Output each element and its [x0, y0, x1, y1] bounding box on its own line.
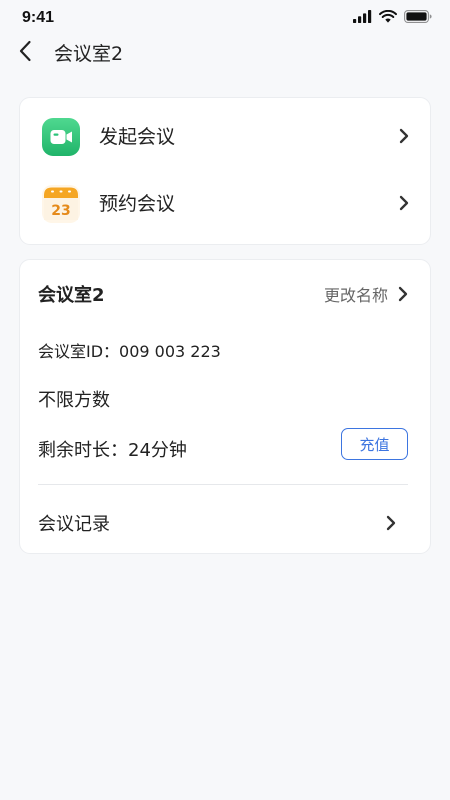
start-meeting-row[interactable]: 发起会议 — [20, 104, 430, 170]
room-title: 会议室2 — [38, 285, 105, 306]
calendar-day-text: 23 — [51, 203, 70, 219]
signal-icon — [353, 10, 372, 23]
status-time: 9:41 — [22, 9, 55, 26]
battery-icon — [404, 10, 432, 23]
room-id: 会议室ID：009 003 223 — [38, 342, 221, 361]
rename-button[interactable]: 更改名称 — [324, 282, 408, 306]
actions-card: 发起会议 23 预约会议 — [19, 97, 431, 245]
start-meeting-label: 发起会议 — [99, 126, 176, 148]
chevron-right-icon — [386, 515, 396, 531]
schedule-meeting-row[interactable]: 23 预约会议 — [20, 171, 430, 237]
rename-label: 更改名称 — [323, 286, 388, 305]
wifi-icon — [379, 10, 397, 23]
nav-bar: 会议室2 — [0, 36, 450, 66]
schedule-meeting-label: 预约会议 — [99, 193, 176, 215]
page-title: 会议室2 — [54, 43, 124, 65]
status-bar: 9:41 — [0, 0, 450, 36]
divider — [38, 484, 408, 485]
chevron-right-icon — [399, 195, 409, 211]
room-card: 会议室2 更改名称 会议室ID：009 003 223 不限方数 剩余时长：24… — [19, 259, 431, 554]
meeting-records-label: 会议记录 — [38, 514, 110, 535]
back-button[interactable] — [12, 37, 38, 65]
room-limit: 不限方数 — [38, 390, 110, 411]
status-icons — [353, 10, 432, 23]
remaining-time: 剩余时长：24分钟 — [38, 440, 187, 461]
recharge-button[interactable]: 充值 — [341, 428, 408, 460]
chevron-right-icon — [398, 286, 408, 302]
meeting-records-row[interactable]: 会议记录 — [20, 490, 430, 550]
calendar-icon: 23 — [41, 184, 81, 224]
chevron-left-icon — [19, 40, 31, 62]
chevron-right-icon — [399, 128, 409, 144]
video-camera-icon — [41, 117, 81, 157]
